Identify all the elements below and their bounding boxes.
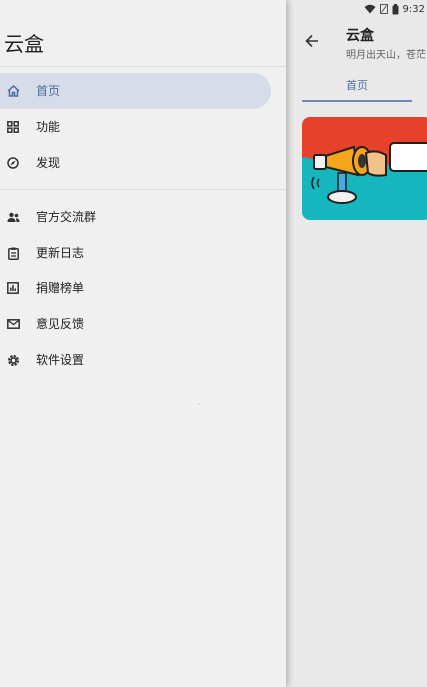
nav-label: 捐赠榜单	[36, 281, 85, 295]
app-title: 云盒	[346, 28, 374, 44]
group-icon	[5, 209, 21, 225]
divider	[0, 66, 286, 67]
nav-label: 发现	[36, 156, 61, 170]
nav-label: 更新日志	[36, 246, 85, 260]
banner-card[interactable]	[302, 117, 427, 220]
nav-label: 功能	[36, 120, 61, 134]
arrow-left-icon	[305, 33, 319, 52]
app-toolbar: 云盒 明月出天山，苍茫	[286, 18, 427, 68]
main-app: 云盒 明月出天山，苍茫 首页	[286, 0, 427, 687]
wifi-icon	[364, 4, 376, 14]
nav-label: 意见反馈	[36, 317, 85, 331]
status-bar: 9:32	[364, 0, 427, 18]
nav-item-features[interactable]: 功能	[0, 109, 271, 145]
nav-item-discover[interactable]: 发现	[0, 145, 271, 181]
nav-item-settings[interactable]: 软件设置	[0, 342, 271, 378]
back-button[interactable]	[300, 30, 324, 54]
navigation-drawer: 云盒 首页 功能 发现 官方交流群 更新日志 捐赠榜单 意见反馈 软件设置	[0, 0, 286, 687]
nav-label: 官方交流群	[36, 210, 97, 224]
tab-home[interactable]: 首页	[302, 68, 412, 101]
nav-item-donation-list[interactable]: 捐赠榜单	[0, 270, 271, 306]
mail-icon	[5, 316, 21, 332]
chart-icon	[5, 280, 21, 296]
banner-illustration	[302, 117, 427, 220]
grid-icon	[5, 119, 21, 135]
nav-label: 软件设置	[36, 353, 85, 367]
decorative-dot	[198, 403, 200, 405]
divider	[0, 189, 286, 190]
compass-icon	[5, 155, 21, 171]
drawer-title: 云盒	[4, 32, 44, 56]
nav-item-official-group[interactable]: 官方交流群	[0, 199, 271, 235]
battery-icon	[392, 3, 399, 15]
tab-bar: 首页	[286, 68, 427, 104]
nav-item-home[interactable]: 首页	[0, 73, 271, 109]
settings-icon	[5, 352, 21, 368]
home-icon	[5, 83, 21, 99]
nav-label: 首页	[36, 84, 61, 98]
tab-indicator	[302, 100, 412, 102]
nav-item-changelog[interactable]: 更新日志	[0, 235, 271, 271]
clipboard-icon	[5, 245, 21, 261]
nav-item-feedback[interactable]: 意见反馈	[0, 306, 271, 342]
sim-icon	[379, 4, 388, 14]
status-time: 9:32	[402, 3, 425, 15]
app-subtitle: 明月出天山，苍茫	[346, 50, 426, 61]
